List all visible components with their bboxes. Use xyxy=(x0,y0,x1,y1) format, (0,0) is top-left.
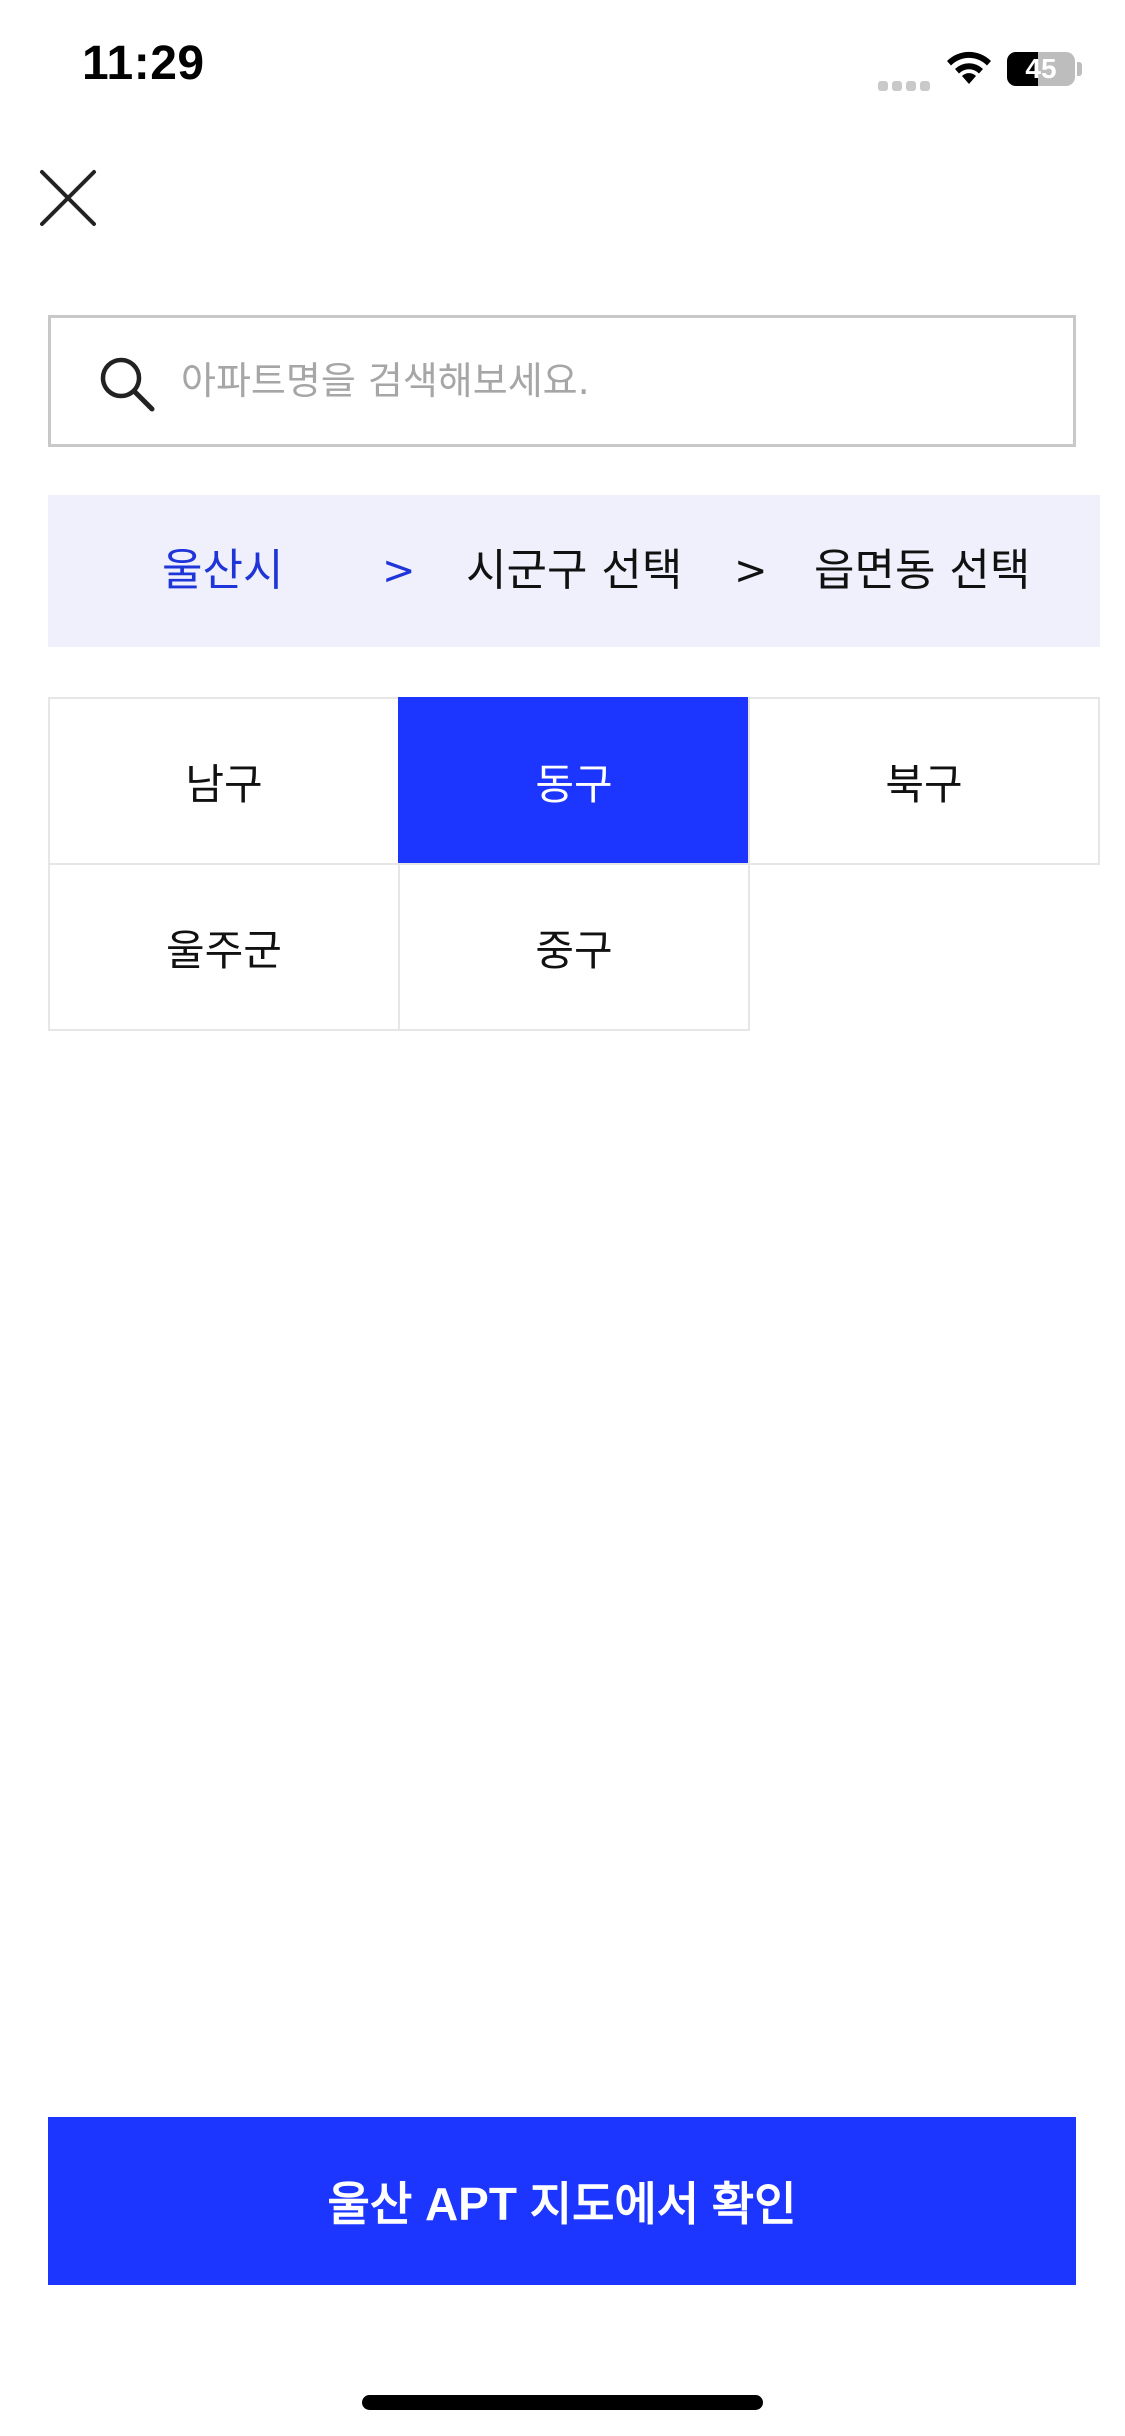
search-icon xyxy=(100,357,155,412)
district-option[interactable]: 울주군 xyxy=(48,863,400,1031)
wifi-icon xyxy=(947,51,991,84)
district-grid: 남구 동구 북구 울주군 중구 xyxy=(48,697,1100,1033)
battery-icon: 45 xyxy=(1007,52,1075,86)
breadcrumb-separator: > xyxy=(382,548,416,594)
district-option[interactable]: 동구 xyxy=(398,697,750,865)
close-icon xyxy=(40,170,96,226)
breadcrumb-separator: > xyxy=(734,548,768,594)
search-box xyxy=(48,315,1076,447)
battery-level: 45 xyxy=(1025,53,1057,84)
search-input[interactable] xyxy=(181,318,1041,444)
view-on-map-button[interactable]: 울산 APT 지도에서 확인 xyxy=(48,2117,1076,2285)
cellular-signal-icon xyxy=(878,76,934,91)
district-option[interactable]: 북구 xyxy=(748,697,1100,865)
home-indicator xyxy=(362,2395,763,2410)
close-button[interactable] xyxy=(36,166,100,230)
district-option[interactable]: 중구 xyxy=(398,863,750,1031)
region-breadcrumb: 울산시 > 시군구 선택 > 읍면동 선택 xyxy=(48,495,1100,647)
screen: 11:29 45 울산시 > 시군구 선택 > xyxy=(0,0,1125,2436)
status-bar: 11:29 45 xyxy=(0,0,1125,140)
district-option[interactable]: 남구 xyxy=(48,697,400,865)
breadcrumb-city[interactable]: 울산시 xyxy=(162,495,283,647)
status-time: 11:29 xyxy=(82,37,205,90)
battery-cap xyxy=(1077,62,1082,76)
breadcrumb-district[interactable]: 시군구 선택 xyxy=(466,495,682,647)
breadcrumb-town[interactable]: 읍면동 선택 xyxy=(814,495,1030,647)
